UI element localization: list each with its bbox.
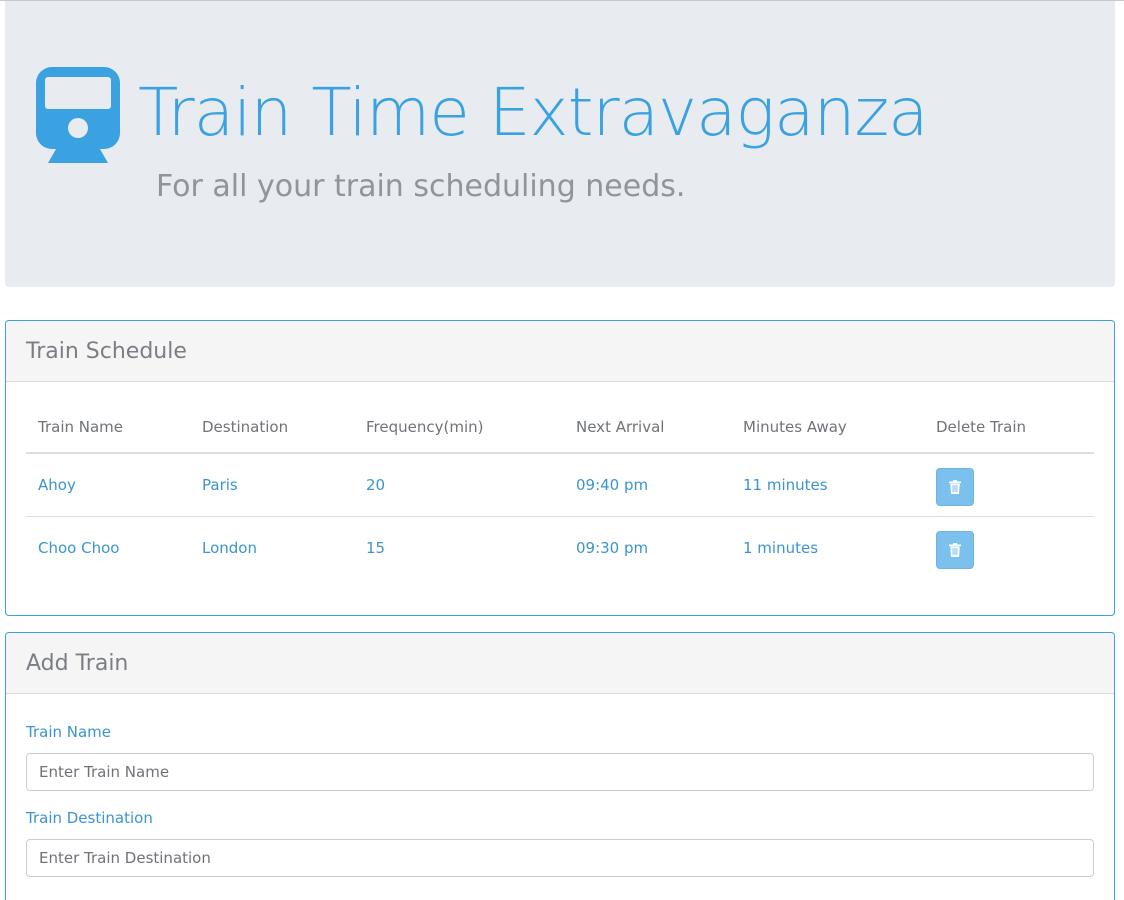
form-group-train-name: Train Name [26,723,1094,791]
cell-delete [924,516,1094,579]
column-header-destination: Destination [190,401,354,454]
panel-heading: Train Schedule [6,321,1114,382]
trash-icon [949,479,961,494]
page: Train Time Extravaganza For all your tra… [0,0,1124,900]
cell-train-name: Ahoy [26,453,190,517]
column-header-frequency: Frequency(min) [354,401,564,454]
add-train-panel: Add Train Train Name Train Destination [5,632,1115,900]
trash-icon [949,542,961,557]
train-schedule-panel: Train Schedule Train Name Destination Fr… [5,320,1115,616]
table-row: Choo Choo London 15 09:30 pm 1 minutes [26,516,1094,579]
train-destination-label: Train Destination [26,809,153,827]
add-train-form: Train Name Train Destination [26,723,1094,895]
train-destination-input[interactable] [26,839,1094,877]
column-header-train-name: Train Name [26,401,190,454]
table-header-row: Train Name Destination Frequency(min) Ne… [26,401,1094,454]
column-header-next-arrival: Next Arrival [564,401,731,454]
schedule-table-wrap: Train Name Destination Frequency(min) Ne… [26,401,1094,579]
delete-train-button[interactable] [936,467,974,506]
panel-title: Train Schedule [26,338,187,364]
cell-minutes-away: 1 minutes [743,538,819,557]
train-name-label: Train Name [26,723,112,741]
schedule-table: Train Name Destination Frequency(min) Ne… [26,401,1094,579]
table-row: Ahoy Paris 20 09:40 pm 11 minutes [26,453,1094,517]
cell-next-arrival: 09:30 pm [576,538,649,557]
page-title: Train Time Extravaganza [138,74,929,151]
form-group-train-destination: Train Destination [26,809,1094,877]
cell-frequency: 15 [366,538,386,557]
header-jumbotron: Train Time Extravaganza For all your tra… [5,1,1115,287]
column-header-delete-train: Delete Train [924,401,1094,454]
page-subtitle: For all your train scheduling needs. [156,169,686,204]
cell-next-arrival: 09:40 pm [564,453,731,517]
cell-destination: London [202,538,257,557]
panel-heading: Add Train [6,633,1114,694]
panel-title: Add Train [26,650,129,676]
cell-minutes-away: 11 minutes [731,453,924,517]
train-name-input[interactable] [26,753,1094,791]
cell-train-name: Choo Choo [38,538,120,557]
column-header-minutes-away: Minutes Away [731,401,924,454]
train-icon [36,67,120,163]
delete-train-button[interactable] [936,530,974,569]
cell-delete [924,453,1094,517]
cell-destination: Paris [190,453,354,517]
cell-frequency: 20 [354,453,564,517]
